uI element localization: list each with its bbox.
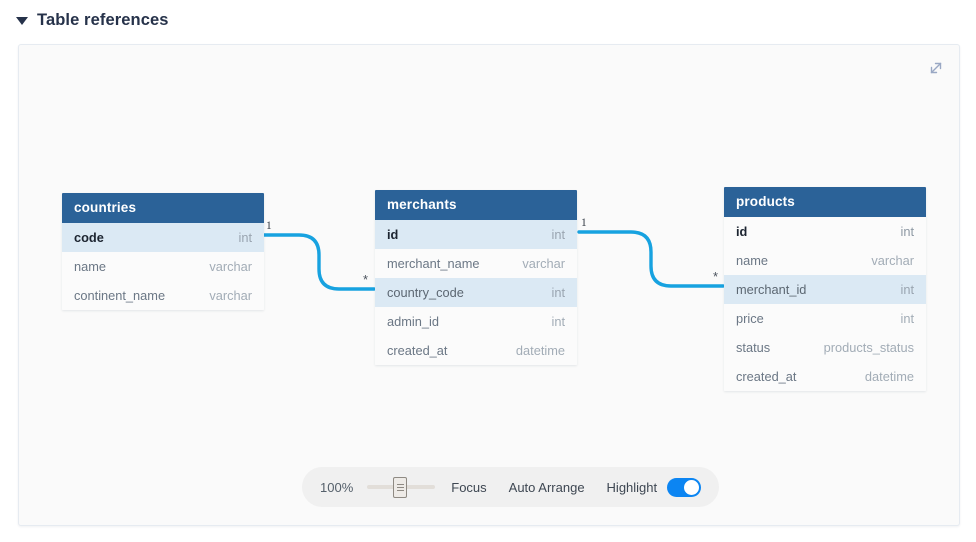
field-name: merchant_id	[736, 281, 807, 297]
page-root: Table references 1 * 1 * countries code …	[0, 0, 976, 542]
entity-field-row[interactable]: price int	[724, 304, 926, 333]
field-type: datetime	[515, 342, 565, 358]
entity-table-countries[interactable]: countries code int name varchar continen…	[62, 193, 264, 310]
entity-field-row[interactable]: id int	[724, 217, 926, 246]
field-type: varchar	[871, 252, 914, 268]
field-name: id	[736, 223, 748, 239]
zoom-level-label: 100%	[320, 479, 354, 495]
field-type: int	[551, 313, 565, 329]
entity-field-row[interactable]: code int	[62, 223, 264, 252]
highlight-toggle[interactable]	[667, 477, 702, 497]
field-name: price	[736, 310, 764, 326]
auto-arrange-button[interactable]: Auto Arrange	[509, 480, 585, 495]
field-type: int	[900, 223, 914, 239]
field-type: int	[900, 310, 914, 326]
field-name: admin_id	[387, 313, 439, 329]
entity-field-row[interactable]: created_at datetime	[724, 362, 926, 391]
zoom-slider[interactable]	[367, 476, 436, 498]
cardinality-label-one-countries: 1	[266, 220, 272, 232]
triangle-down-icon[interactable]	[16, 16, 28, 25]
field-name: name	[74, 258, 107, 274]
field-name: continent_name	[74, 287, 166, 303]
entity-header-merchants[interactable]: merchants	[375, 190, 577, 220]
highlight-toggle-knob	[684, 479, 700, 495]
focus-button[interactable]: Focus	[451, 480, 486, 495]
page-title: Table references	[37, 11, 169, 29]
field-name: code	[74, 229, 104, 245]
diagram-toolbar: 100% Focus Auto Arrange Highlight	[302, 467, 720, 507]
entity-field-row[interactable]: continent_name varchar	[62, 281, 264, 310]
highlight-label: Highlight	[606, 479, 658, 495]
field-type: products_status	[823, 339, 914, 355]
field-name: id	[387, 226, 399, 242]
field-name: country_code	[387, 284, 464, 300]
field-name: name	[736, 252, 769, 268]
expand-diagonal-icon[interactable]	[925, 57, 947, 79]
entity-table-merchants[interactable]: merchants id int merchant_name varchar c…	[375, 190, 577, 365]
entity-field-row[interactable]: country_code int	[375, 278, 577, 307]
entity-field-row[interactable]: name varchar	[724, 246, 926, 275]
field-name: created_at	[736, 368, 797, 384]
field-name: created_at	[387, 342, 448, 358]
cardinality-label-many-products: *	[713, 269, 719, 284]
field-name: status	[736, 339, 771, 355]
entity-header-countries[interactable]: countries	[62, 193, 264, 223]
field-type: varchar	[209, 258, 252, 274]
field-type: int	[900, 281, 914, 297]
diagram-canvas[interactable]: 1 * 1 * countries code int name varchar …	[18, 44, 960, 526]
field-type: int	[551, 284, 565, 300]
field-type: varchar	[209, 287, 252, 303]
section-header: Table references	[16, 11, 169, 30]
cardinality-label-one-merchants: 1	[581, 217, 587, 229]
entity-field-row[interactable]: status products_status	[724, 333, 926, 362]
field-type: int	[238, 229, 252, 245]
field-type: int	[551, 226, 565, 242]
entity-field-row[interactable]: id int	[375, 220, 577, 249]
zoom-slider-handle[interactable]	[393, 477, 408, 498]
field-type: varchar	[522, 255, 565, 271]
entity-field-row[interactable]: name varchar	[62, 252, 264, 281]
entity-field-row[interactable]: merchant_id int	[724, 275, 926, 304]
entity-header-products[interactable]: products	[724, 187, 926, 217]
entity-field-row[interactable]: merchant_name varchar	[375, 249, 577, 278]
cardinality-label-many-merchants: *	[363, 272, 369, 287]
entity-field-row[interactable]: admin_id int	[375, 307, 577, 336]
entity-table-products[interactable]: products id int name varchar merchant_id…	[724, 187, 926, 391]
entity-field-row[interactable]: created_at datetime	[375, 336, 577, 365]
field-type: datetime	[864, 368, 914, 384]
field-name: merchant_name	[387, 255, 480, 271]
